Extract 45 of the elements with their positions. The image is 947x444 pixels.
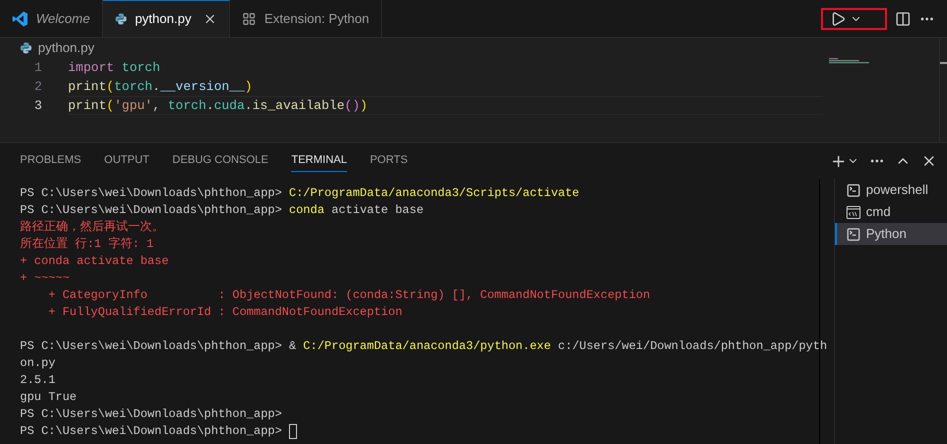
python-icon — [114, 13, 127, 25]
panel-tab[interactable]: DEBUG CONSOLE — [172, 150, 268, 172]
terminal-list-item[interactable]: Python — [835, 223, 947, 245]
code-line: import torch — [68, 58, 162, 77]
terminal-line: PS C:\Users\wei\Downloads\phthon_app> C:/ProgramData/anaconda3/Scripts/activate — [20, 184, 580, 202]
tab-label: python.py — [134, 10, 192, 28]
vscode-logo-icon — [12, 10, 28, 26]
scrollbar-thumb[interactable] — [940, 62, 947, 64]
run-icon — [830, 10, 846, 26]
terminal-line: + FullyQualifiedErrorId : CommandNotFoundException — [47, 304, 402, 321]
panel-tab[interactable]: PROBLEMS — [20, 150, 82, 172]
terminal-line: + conda activate base — [20, 252, 169, 270]
terminal-line: + ~~~~~ — [20, 270, 70, 287]
tab-label: Extension: Python — [264, 10, 370, 28]
panel-tab[interactable]: OUTPUT — [104, 150, 150, 172]
code-line: print('gpu', torch.cuda.is_available()) — [68, 96, 823, 115]
line-number: 1 — [33, 58, 42, 77]
breadcrumb[interactable]: python.py — [38, 38, 94, 58]
terminal-line: PS C:\Users\wei\Downloads\phthon_app> conda activate base — [20, 202, 424, 219]
editor-tab[interactable]: python.py — [102, 0, 230, 37]
run-button[interactable] — [821, 8, 887, 30]
cmd-icon — [846, 204, 861, 220]
terminal-icon — [846, 226, 861, 242]
line-number: 2 — [33, 78, 42, 96]
extension-icon — [242, 12, 256, 26]
terminal-line: 所在位置 行:1 字符: 1 — [20, 236, 154, 253]
panel-tab[interactable]: PORTS — [370, 150, 408, 172]
terminal-line: PS C:\Users\wei\Downloads\phthon_app> & C:/ProgramData/anaconda3/python.exe c:/Users/wei/Downloads/phthon_app/pyth — [20, 338, 828, 355]
terminal-line: PS C:\Users\wei\Downloads\phthon_app> — [20, 406, 282, 423]
terminal-line: on.py — [20, 354, 56, 372]
terminal-line: gpu True — [20, 388, 77, 406]
minimap-drawing — [829, 58, 869, 64]
terminal-list-item[interactable]: cmd — [835, 201, 947, 223]
panel-tab[interactable]: TERMINAL — [291, 150, 347, 172]
terminal-line: PS C:\Users\wei\Downloads\phthon_app> — [20, 422, 283, 440]
terminal-line: 2.5.1 — [20, 372, 56, 389]
terminal-line: + CategoryInfo : ObjectNotFound: (conda:String) [], CommandNotFoundException — [47, 286, 650, 304]
split-editor-icon[interactable] — [895, 10, 911, 26]
terminal-line: 路径正确，然后再试一次。 — [20, 218, 164, 236]
line-number: 3 — [33, 96, 42, 115]
code-line: print(torch.__version__) — [68, 78, 254, 96]
python-icon — [20, 42, 32, 54]
terminal-list-item[interactable]: powershell — [835, 179, 947, 201]
terminal-icon — [846, 182, 861, 198]
tab-label: Welcome — [36, 10, 90, 28]
